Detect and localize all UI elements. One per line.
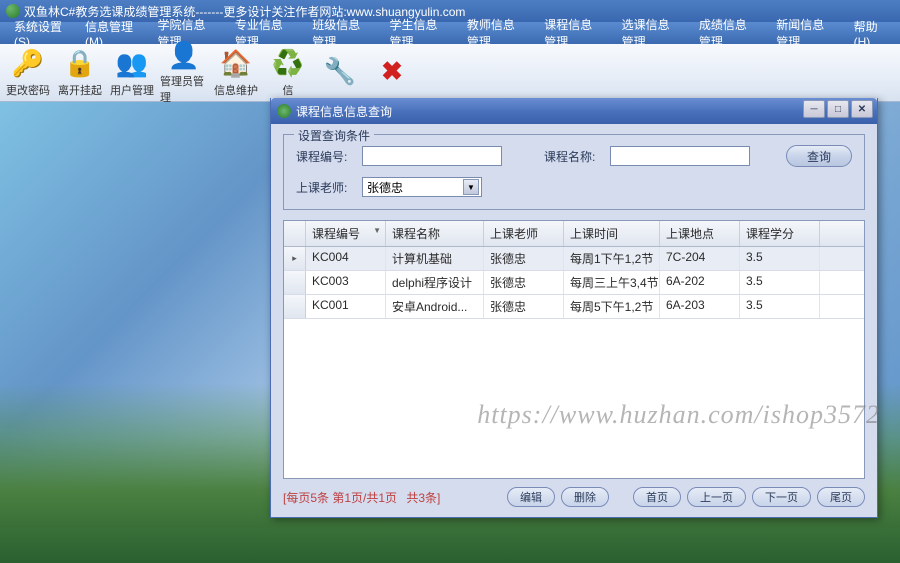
- grid-header: 课程编号▼ 课程名称 上课老师 上课时间 上课地点 课程学分: [284, 221, 864, 247]
- cell-credit: 3.5: [740, 271, 820, 294]
- query-button[interactable]: 查询: [786, 145, 852, 167]
- last-page-button[interactable]: 尾页: [817, 487, 865, 507]
- col-course-id[interactable]: 课程编号▼: [306, 221, 386, 246]
- delete-button[interactable]: 删除: [561, 487, 609, 507]
- cell-course-name: 安卓Android...: [386, 295, 484, 318]
- toolbar-label: 更改密码: [6, 82, 50, 98]
- chevron-down-icon: ▼: [463, 179, 479, 195]
- toolbar-tools[interactable]: 🔧: [316, 47, 364, 99]
- cell-course-id: KC001: [306, 295, 386, 318]
- teacher-select[interactable]: 张德忠 ▼: [362, 177, 482, 197]
- next-page-button[interactable]: 下一页: [752, 487, 811, 507]
- toolbar-close[interactable]: ✖: [368, 47, 416, 99]
- close-x-icon: ✖: [376, 56, 408, 88]
- toolbar: 🔑 更改密码 🔒 离开挂起 👥 用户管理 👤 管理员管理 🏠 信息维护 ♻️ 信…: [0, 44, 900, 102]
- key-icon: 🔑: [12, 48, 44, 80]
- teacher-label: 上课老师:: [296, 179, 354, 196]
- close-button[interactable]: ✕: [851, 100, 873, 118]
- dialog-titlebar[interactable]: 课程信息信息查询 ─ □ ✕: [271, 98, 877, 124]
- course-id-label: 课程编号:: [296, 148, 354, 165]
- pager-buttons: 编辑 删除 首页 上一页 下一页 尾页: [507, 487, 865, 507]
- toolbar-label: 信息维护: [214, 82, 258, 98]
- toolbar-change-password[interactable]: 🔑 更改密码: [4, 47, 52, 99]
- cell-place: 6A-203: [660, 295, 740, 318]
- cell-place: 6A-202: [660, 271, 740, 294]
- toolbar-info-maintain[interactable]: 🏠 信息维护: [212, 47, 260, 99]
- cell-place: 7C-204: [660, 247, 740, 270]
- dialog-window-controls: ─ □ ✕: [803, 100, 873, 118]
- cell-teacher: 张德忠: [484, 247, 564, 270]
- row-indicator: [284, 295, 306, 318]
- toolbar-admin-mgmt[interactable]: 👤 管理员管理: [160, 47, 208, 99]
- cell-course-name: 计算机基础: [386, 247, 484, 270]
- home-icon: 🏠: [220, 48, 252, 80]
- course-id-input[interactable]: [362, 146, 502, 166]
- minimize-button[interactable]: ─: [803, 100, 825, 118]
- toolbar-label: 离开挂起: [58, 82, 102, 98]
- row-indicator: ▸: [284, 247, 306, 270]
- query-conditions-fieldset: 设置查询条件 课程编号: 课程名称: 查询 上课老师: 张德忠 ▼: [283, 134, 865, 210]
- sort-desc-icon: ▼: [373, 226, 381, 235]
- cell-credit: 3.5: [740, 295, 820, 318]
- toolbar-label: 管理员管理: [160, 73, 208, 105]
- toolbar-user-mgmt[interactable]: 👥 用户管理: [108, 47, 156, 99]
- dialog-body: 设置查询条件 课程编号: 课程名称: 查询 上课老师: 张德忠 ▼: [271, 124, 877, 517]
- cell-course-id: KC004: [306, 247, 386, 270]
- table-row[interactable]: KC003delphi程序设计张德忠每周三上午3,4节6A-2023.5: [284, 271, 864, 295]
- first-page-button[interactable]: 首页: [633, 487, 681, 507]
- cell-credit: 3.5: [740, 247, 820, 270]
- toolbar-suspend[interactable]: 🔒 离开挂起: [56, 47, 104, 99]
- table-row[interactable]: ▸KC004计算机基础张德忠每周1下午1,2节7C-2043.5: [284, 247, 864, 271]
- users-icon: 👥: [116, 48, 148, 80]
- cell-teacher: 张德忠: [484, 295, 564, 318]
- table-row[interactable]: KC001安卓Android...张德忠每周5下午1,2节6A-2033.5: [284, 295, 864, 319]
- dialog-title: 课程信息信息查询: [296, 103, 392, 120]
- dialog-footer: [每页5条 第1页/共1页 共3条] 编辑 删除 首页 上一页 下一页 尾页: [283, 479, 865, 507]
- cell-teacher: 张德忠: [484, 271, 564, 294]
- cell-time: 每周1下午1,2节: [564, 247, 660, 270]
- toolbar-label: 用户管理: [110, 82, 154, 98]
- row-indicator: [284, 271, 306, 294]
- cell-course-name: delphi程序设计: [386, 271, 484, 294]
- prev-page-button[interactable]: 上一页: [687, 487, 746, 507]
- edit-button[interactable]: 编辑: [507, 487, 555, 507]
- teacher-select-value: 张德忠: [367, 179, 403, 196]
- wrench-icon: 🔧: [324, 56, 356, 88]
- cell-time: 每周5下午1,2节: [564, 295, 660, 318]
- col-credit[interactable]: 课程学分: [740, 221, 820, 246]
- cell-time: 每周三上午3,4节: [564, 271, 660, 294]
- toolbar-refresh[interactable]: ♻️ 信: [264, 47, 312, 99]
- course-name-label: 课程名称:: [544, 148, 602, 165]
- refresh-icon: ♻️: [272, 48, 304, 80]
- cell-course-id: KC003: [306, 271, 386, 294]
- course-grid: 课程编号▼ 课程名称 上课老师 上课时间 上课地点 课程学分 ▸KC004计算机…: [283, 220, 865, 479]
- dialog-icon: [277, 104, 291, 118]
- pager-info: [每页5条 第1页/共1页 共3条]: [283, 489, 446, 506]
- lock-icon: 🔒: [64, 48, 96, 80]
- col-course-name[interactable]: 课程名称: [386, 221, 484, 246]
- admin-icon: 👤: [168, 40, 200, 71]
- col-teacher[interactable]: 上课老师: [484, 221, 564, 246]
- col-place[interactable]: 上课地点: [660, 221, 740, 246]
- menubar: 系统设置(S) 信息管理(M) 学院信息管理 专业信息管理 班级信息管理 学生信…: [0, 22, 900, 44]
- col-time[interactable]: 上课时间: [564, 221, 660, 246]
- course-query-dialog: 课程信息信息查询 ─ □ ✕ 设置查询条件 课程编号: 课程名称: 查询 上课老…: [270, 98, 878, 518]
- grid-corner: [284, 221, 306, 246]
- course-name-input[interactable]: [610, 146, 750, 166]
- maximize-button[interactable]: □: [827, 100, 849, 118]
- fieldset-legend: 设置查询条件: [294, 127, 374, 144]
- toolbar-label: 信: [283, 82, 294, 98]
